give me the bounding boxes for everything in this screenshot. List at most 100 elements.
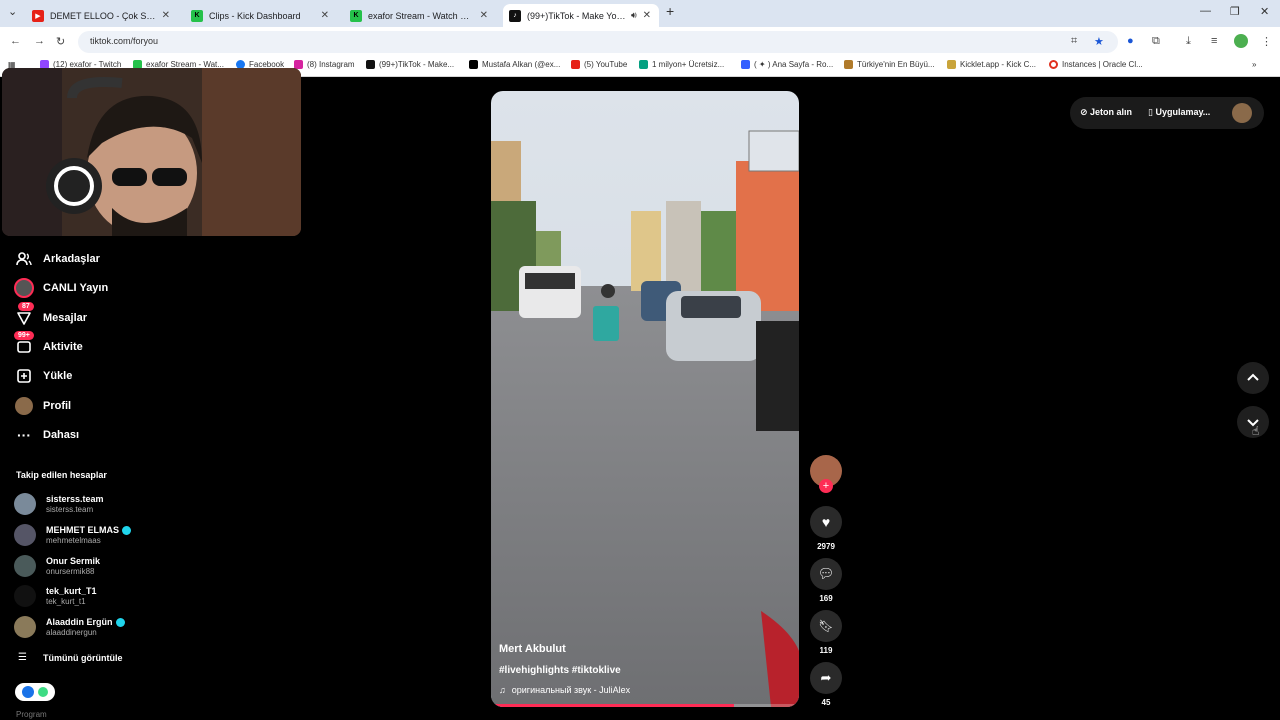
tab-title: (99+)TikTok - Make Your Da [527,10,627,21]
profile-icon[interactable] [1234,34,1248,48]
nav-live[interactable]: CANLI Yayın [14,278,108,298]
nav-messages[interactable]: 87 Mesajlar [14,302,87,328]
video-frame [491,91,799,707]
bookmark-item[interactable]: Instances | Oracle Cl... [1049,60,1143,69]
puzzle-icon[interactable]: ⧉ [1152,35,1160,48]
kicklet-icon [947,60,956,69]
like-count: 2979 [817,542,835,551]
bookmark-item[interactable]: (8) Instagram [294,60,355,69]
video-music[interactable]: ♫ оригинальный звук - JuliAlex [499,685,630,695]
account-username: tek_kurt_t1 [46,596,86,606]
close-icon[interactable]: ✕ [480,10,488,21]
bookmark-label: 1 milyon+ Ücretsiz... [652,60,725,69]
nav-more[interactable]: ··· Dahası [14,425,79,445]
comment-button[interactable]: 💬︎ 169 [810,558,842,603]
media-icon[interactable]: ≡ [1211,35,1217,47]
close-window-icon[interactable]: ✕ [1260,5,1269,18]
get-app-button[interactable]: ▯ Uygulamay... [1148,107,1210,118]
oracle-icon [1049,60,1058,69]
bookmark-star-icon[interactable]: ★ [1094,35,1104,48]
new-tab-button[interactable]: + [666,3,674,19]
bookmark-item[interactable]: Kicklet.app - Kick C... [947,60,1036,69]
like-button[interactable]: ♥ 2979 [810,506,842,551]
account-name-row: MEHMET ELMAS [46,525,131,536]
activity-icon: 99+ [14,331,34,357]
see-all-label: Tümünü görüntüle [42,652,123,663]
previous-video-button[interactable] [1237,362,1269,394]
bookmark-label: ( ✦ ) Ana Sayfa - Ro... [754,60,834,69]
get-coins-button[interactable]: ⊘ Jeton alın [1080,107,1132,118]
kick-icon: K [350,9,362,22]
live-avatar-icon [14,278,34,298]
tab-title: DEMET ELLOO - Çok Sevdik - Y [50,10,156,21]
nav-friends[interactable]: Arkadaşlar [14,249,100,269]
bookmark-label: Türkiye'nin En Büyü... [857,60,935,69]
followed-account[interactable]: Alaaddin Ergün alaaddinergun [14,616,125,638]
creator-avatar-button[interactable]: + [810,455,842,493]
power-icon [38,687,48,697]
follow-plus-icon[interactable]: + [819,479,833,493]
tab-youtube[interactable]: ▶ DEMET ELLOO - Çok Sevdik - Y ✕ [26,4,178,27]
extension-icon[interactable]: ● [1127,35,1134,47]
music-note-icon: ♫ [499,685,506,695]
account-name: Alaaddin Ergün [46,616,113,627]
tab-search-icon[interactable]: ⌄ [8,5,17,18]
restore-icon[interactable]: ❐ [1230,5,1240,18]
verified-icon [115,617,125,627]
save-button[interactable]: 🔖︎ 119 [810,610,842,655]
close-icon[interactable]: ✕ [321,10,329,21]
account-username: alaaddinergun [46,627,97,637]
comment-icon: 💬︎ [810,558,842,590]
followed-account[interactable]: tek_kurt_T1 tek_kurt_t1 [14,585,97,607]
back-icon[interactable]: ← [10,35,21,47]
bookmark-item[interactable]: (5) YouTube [571,60,627,69]
translate-icon[interactable]: ⌗ [1071,35,1077,48]
see-all-link[interactable]: ☰ Tümünü görüntüle [18,652,122,663]
address-text: tiktok.com/foryou [90,36,159,46]
more-bookmarks-icon[interactable]: » [1252,60,1256,69]
bookmark-item[interactable]: Türkiye'nin En Büyü... [844,60,935,69]
followed-account[interactable]: MEHMET ELMAS mehmetelmaas [14,524,131,546]
video-hashtags[interactable]: #livehighlights #tiktoklive [499,665,621,676]
user-avatar[interactable] [1232,103,1252,123]
followed-account[interactable]: sisterss.team sisterss.team [14,493,104,515]
youtube-icon [571,60,580,69]
bookmark-item[interactable]: ( ✦ ) Ana Sayfa - Ro... [741,60,833,69]
nav-profile[interactable]: Profil [14,396,71,416]
nav-upload[interactable]: Yükle [14,366,72,386]
nav-activity[interactable]: 99+ Aktivite [14,331,83,357]
tab-kick-stream[interactable]: K exafor Stream - Watch Live on K ✕ [344,4,496,27]
speaker-icon[interactable]: 🔊︎ [631,10,637,21]
forward-icon[interactable]: → [34,35,45,47]
bottom-label: Program [16,710,47,719]
bookmark-item[interactable]: Mustafa Alkan (@ex... [469,60,560,69]
reload-icon[interactable]: ↻ [56,35,65,48]
bookmark-item[interactable]: 1 milyon+ Ücretsiz... [639,60,724,69]
tab-kick-clips[interactable]: K Clips - Kick Dashboard ✕ [185,4,337,27]
avatar [14,585,36,607]
upload-icon [14,366,34,386]
browser-tab-bar: ⌄ ▶ DEMET ELLOO - Çok Sevdik - Y ✕ K Cli… [0,0,1280,27]
menu-icon[interactable]: ⋮ [1261,35,1272,48]
bookmark-label: Instances | Oracle Cl... [1062,60,1143,69]
comment-count: 169 [819,594,833,603]
play-icon [22,686,34,698]
chevron-up-icon [1247,373,1259,381]
webcam-overlay [2,68,301,236]
tab-tiktok[interactable]: ♪ (99+)TikTok - Make Your Da 🔊︎ ✕ [503,4,659,27]
coins-label: Jeton alın [1090,107,1133,117]
heart-icon: ♥ [810,506,842,538]
followed-account[interactable]: Onur Sermik onursermik88 [14,555,100,577]
minimize-icon[interactable]: — [1200,5,1211,17]
address-bar[interactable]: tiktok.com/foryou [78,31,1118,53]
bookmark-item[interactable]: (99+)TikTok - Make... [366,60,454,69]
close-icon[interactable]: ✕ [643,10,651,21]
video-progress-bar[interactable] [491,704,799,707]
bookmark-label: (8) Instagram [307,60,355,69]
share-button[interactable]: ➦ 45 [810,662,842,707]
video-player[interactable]: Mert Akbulut #livehighlights #tiktoklive… [491,91,799,707]
download-icon[interactable]: ⤓ [1186,35,1191,48]
video-author[interactable]: Mert Akbulut [499,643,566,655]
verified-icon [122,525,131,535]
close-icon[interactable]: ✕ [162,10,170,21]
